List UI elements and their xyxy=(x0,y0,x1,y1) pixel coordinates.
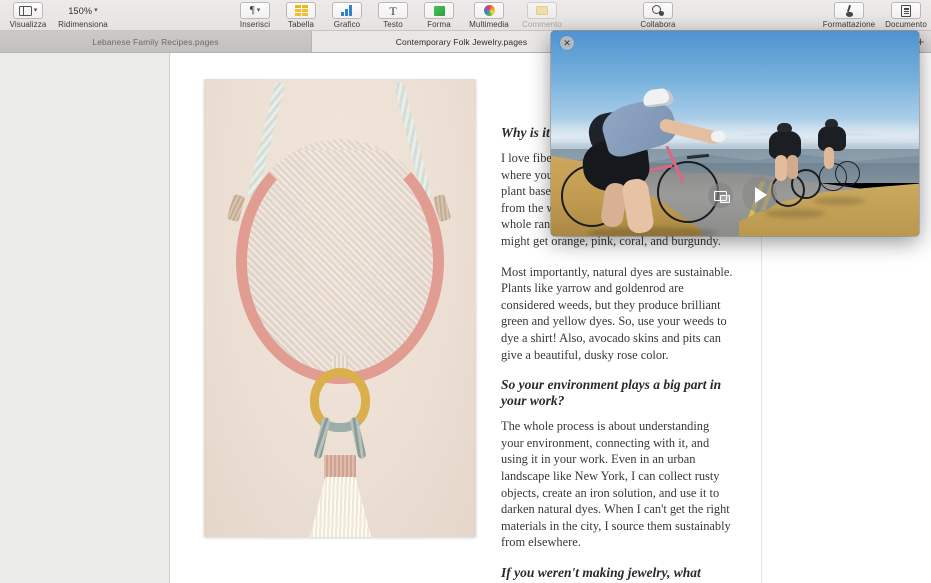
view-button-face[interactable]: ▾ xyxy=(13,2,43,19)
collaborate-button[interactable]: Collabora xyxy=(634,2,682,29)
return-to-window-button[interactable] xyxy=(708,183,733,208)
toolbar-right-group: Formattazione Documento xyxy=(818,2,931,29)
third-cyclist xyxy=(813,119,861,199)
document-icon xyxy=(901,4,911,17)
chevron-down-icon: ▾ xyxy=(256,7,261,14)
document-button[interactable]: Documento xyxy=(880,2,931,29)
chart-icon xyxy=(340,5,354,16)
text-button[interactable]: T Testo xyxy=(370,2,416,29)
media-button-face[interactable] xyxy=(474,2,504,19)
tab-label: Lebanese Family Recipes.pages xyxy=(92,36,219,47)
view-panel-icon xyxy=(18,5,32,16)
zoom-button[interactable]: 150% ▾ Ridimensiona xyxy=(52,2,114,30)
table-icon xyxy=(294,5,308,16)
collaborate-button-label: Collabora xyxy=(640,20,676,29)
media-button[interactable]: Multimedia xyxy=(462,2,516,29)
tab-lebanese-family-recipes[interactable]: Lebanese Family Recipes.pages xyxy=(0,31,312,52)
insert-button[interactable]: ¶ ▾ Inserisci xyxy=(232,2,278,29)
insert-button-label: Inserisci xyxy=(239,20,271,29)
table-button-label: Tabella xyxy=(287,20,315,29)
comment-icon xyxy=(536,6,548,15)
zoom-level-value: 150% xyxy=(68,5,93,16)
format-brush-icon xyxy=(843,5,855,17)
text-icon: T xyxy=(389,3,397,18)
toolbar-left-group: ▾ Visualizza 150% ▾ Ridimensiona xyxy=(4,2,114,29)
media-icon xyxy=(483,5,495,16)
table-button-face[interactable] xyxy=(286,2,316,19)
shape-button-face[interactable] xyxy=(424,2,454,19)
comment-button-label: Commento xyxy=(522,20,562,29)
zoom-button-label: Ridimensiona xyxy=(58,20,108,29)
paragraph-insert-icon: ¶ xyxy=(249,4,255,16)
pip-return-icon xyxy=(714,190,730,203)
view-button-label: Visualizza xyxy=(9,20,47,29)
heading-environment: So your environment plays a big part in … xyxy=(501,377,722,409)
chart-button-label: Grafico xyxy=(333,20,361,29)
toolbar: ▾ Visualizza 150% ▾ Ridimensiona ¶ ▾ Ins… xyxy=(0,0,931,31)
text-button-label: Testo xyxy=(383,20,403,29)
collaborate-icon xyxy=(652,4,664,17)
shape-icon xyxy=(433,5,445,16)
format-button-label: Formattazione xyxy=(822,20,876,29)
pages-app-window: ▾ Visualizza 150% ▾ Ridimensiona ¶ ▾ Ins… xyxy=(0,0,931,583)
comment-button[interactable]: Commento xyxy=(516,2,568,29)
chart-button-face[interactable] xyxy=(332,2,362,19)
gold-wrapped-ring xyxy=(310,368,370,432)
tassel-collar xyxy=(324,455,356,479)
view-button[interactable]: ▾ Visualizza xyxy=(4,2,52,29)
paragraph-whole-process: The whole process is about understanding… xyxy=(501,419,731,550)
video-content[interactable] xyxy=(551,31,919,236)
page-thumbnail-pane[interactable] xyxy=(0,53,170,583)
insert-button-face[interactable]: ¶ ▾ xyxy=(240,2,270,19)
toolbar-insert-group: ¶ ▾ Inserisci Tabella Grafico T Testo Fo… xyxy=(232,2,568,29)
zoom-button-face[interactable]: 150% ▾ xyxy=(64,2,101,19)
shape-button[interactable]: Forma xyxy=(416,2,462,29)
chevron-down-icon: ▾ xyxy=(94,7,98,14)
document-button-face[interactable] xyxy=(891,2,921,19)
collaborate-button-face[interactable] xyxy=(643,2,673,19)
close-icon[interactable]: ✕ xyxy=(560,36,574,50)
document-button-label: Documento xyxy=(885,20,927,29)
paragraph-sustainable: Most importantly, natural dyes are susta… xyxy=(501,264,733,362)
comment-button-face[interactable] xyxy=(527,2,557,19)
chevron-down-icon: ▾ xyxy=(33,7,38,14)
heading-if-not-jewelry: If you weren't making jewelry, what woul… xyxy=(501,564,701,583)
tab-label: Contemporary Folk Jewelry.pages xyxy=(395,36,528,47)
rope-necklace-photo[interactable] xyxy=(204,79,476,537)
media-button-label: Multimedia xyxy=(469,20,509,29)
chart-button[interactable]: Grafico xyxy=(324,2,370,29)
format-button[interactable]: Formattazione xyxy=(818,2,880,29)
lead-cyclist xyxy=(573,87,735,235)
cord-arc-texture xyxy=(236,139,444,384)
text-button-face[interactable]: T xyxy=(378,2,408,19)
table-button[interactable]: Tabella xyxy=(278,2,324,29)
format-button-face[interactable] xyxy=(834,2,864,19)
play-icon xyxy=(755,186,767,203)
picture-in-picture-window[interactable]: ✕ xyxy=(551,31,919,236)
toolbar-collaborate-group: Collabora xyxy=(634,2,682,29)
shape-button-label: Forma xyxy=(427,20,451,29)
play-button[interactable] xyxy=(742,177,777,212)
